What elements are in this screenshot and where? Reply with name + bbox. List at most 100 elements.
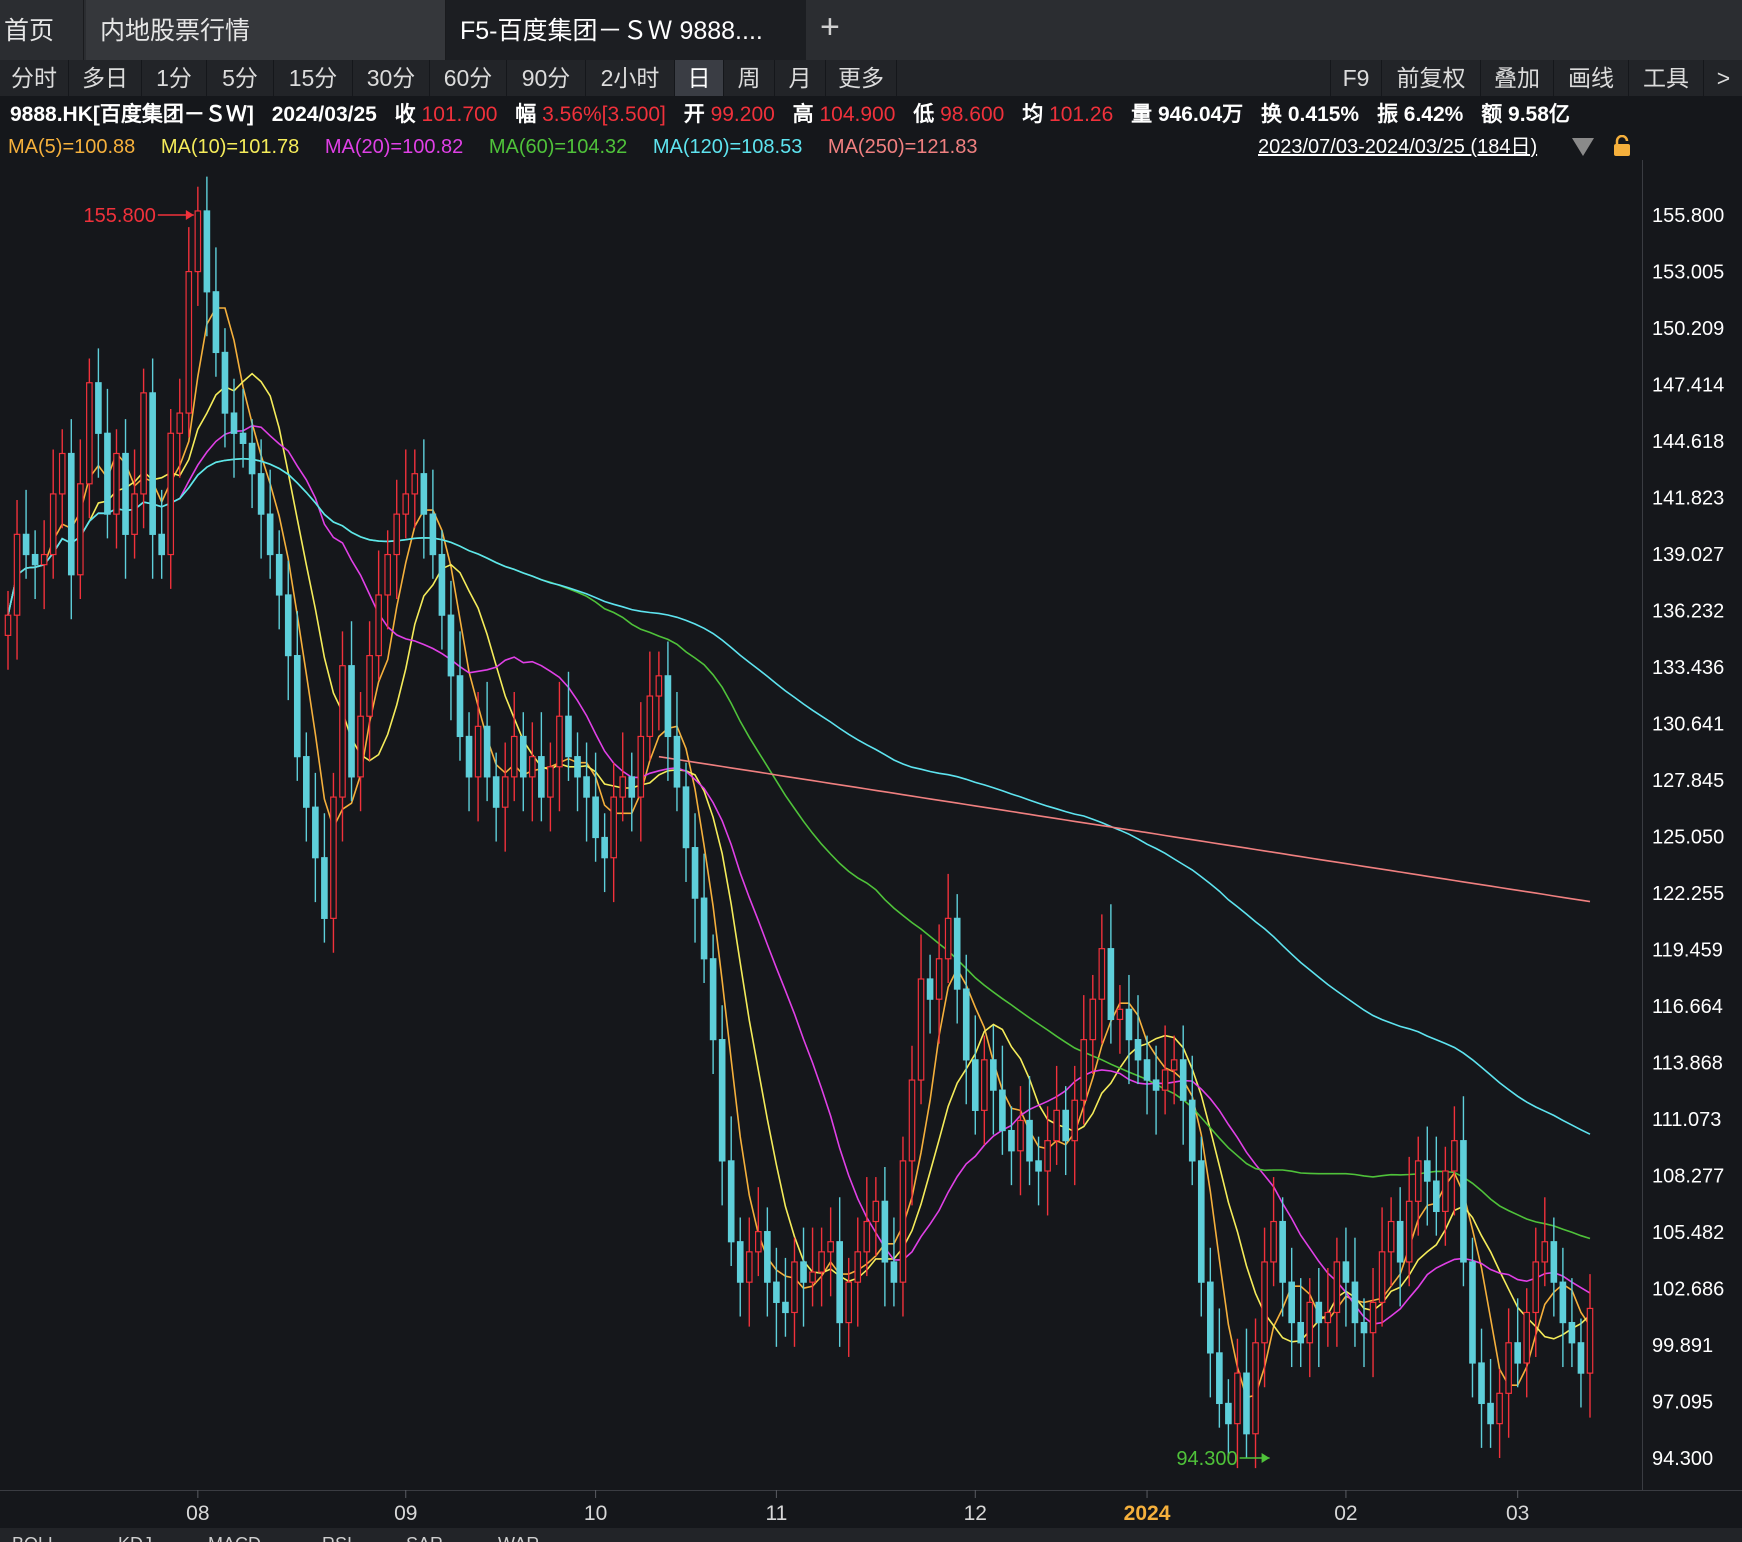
candle-body xyxy=(1089,998,1097,1041)
candle-body xyxy=(230,412,238,434)
candle-body xyxy=(1261,1261,1268,1344)
y-tick-label: 150.209 xyxy=(1652,318,1724,340)
candle-body xyxy=(1333,1261,1341,1314)
x-tick-label: 2024 xyxy=(1124,1502,1171,1525)
candle-body xyxy=(420,473,428,515)
x-tick-label: 10 xyxy=(584,1502,607,1525)
candle-body xyxy=(1008,1129,1015,1152)
y-tick-label: 153.005 xyxy=(1652,261,1724,283)
candle-body xyxy=(628,776,636,798)
candle-body xyxy=(745,1251,753,1283)
candle-body xyxy=(465,735,473,778)
candle-body xyxy=(1577,1342,1585,1374)
candle-body xyxy=(791,1261,798,1314)
candle-body xyxy=(682,786,690,849)
candle-body xyxy=(529,756,536,778)
x-tick-label: 02 xyxy=(1334,1502,1357,1525)
candle-body xyxy=(501,776,509,808)
candle-body xyxy=(185,270,193,414)
candle-body xyxy=(1234,1372,1241,1425)
candle-body xyxy=(953,917,961,990)
candle-body xyxy=(31,553,39,566)
y-tick-label: 125.050 xyxy=(1652,827,1724,849)
candle-body xyxy=(483,725,491,778)
candle-body xyxy=(863,1220,871,1253)
y-tick-label: 122.255 xyxy=(1652,883,1724,905)
candle-body xyxy=(447,614,455,677)
candle-body xyxy=(845,1281,853,1324)
candle-body xyxy=(77,483,84,576)
indicator-macd[interactable]: MACD xyxy=(208,1534,261,1542)
candle-body xyxy=(149,392,156,535)
candle-body xyxy=(1053,1109,1060,1142)
indicator-war[interactable]: WAR xyxy=(498,1534,539,1542)
y-tick-label: 113.868 xyxy=(1652,1053,1723,1075)
candle-body xyxy=(140,392,147,495)
y-tick-label: 94.300 xyxy=(1652,1448,1713,1470)
y-tick-label: 130.641 xyxy=(1652,713,1724,735)
candle-body xyxy=(1243,1372,1250,1435)
candle-body xyxy=(755,1231,762,1253)
candle-body xyxy=(773,1281,780,1303)
indicator-rsi[interactable]: RSI xyxy=(322,1534,352,1542)
x-tick-label: 03 xyxy=(1506,1502,1529,1525)
y-tick-label: 102.686 xyxy=(1652,1279,1724,1301)
candle-body xyxy=(764,1231,771,1283)
candle-body xyxy=(519,735,527,778)
y-tick-label: 105.482 xyxy=(1652,1222,1724,1244)
x-tick-label: 11 xyxy=(765,1502,787,1525)
candle-body xyxy=(95,382,102,434)
candle-body xyxy=(836,1241,843,1324)
candle-body xyxy=(1197,1160,1205,1283)
x-tick-label: 12 xyxy=(964,1502,987,1525)
indicator-sar[interactable]: SAR xyxy=(406,1534,443,1542)
candle-body xyxy=(176,412,184,434)
candle-body xyxy=(22,533,30,556)
candle-body xyxy=(1161,1069,1169,1091)
indicator-tabs: BOLL KDJ MACD RSI SAR WAR xyxy=(0,1528,1742,1542)
y-tick-label: 133.436 xyxy=(1652,657,1724,679)
candle-body xyxy=(999,1089,1006,1132)
candle-body xyxy=(917,978,925,1081)
y-tick-label: 108.277 xyxy=(1652,1166,1724,1188)
candle-body xyxy=(1405,1200,1413,1263)
candle-body xyxy=(646,695,654,738)
y-tick-label: 116.664 xyxy=(1652,996,1723,1018)
candle-body xyxy=(1216,1352,1223,1405)
candle-body xyxy=(1396,1220,1404,1263)
candle-body xyxy=(1315,1301,1323,1324)
candle-body xyxy=(1044,1140,1051,1172)
y-tick-label: 97.095 xyxy=(1652,1392,1713,1414)
candle-body xyxy=(1107,948,1115,1021)
indicator-boll[interactable]: BOLL xyxy=(12,1534,58,1542)
candle-body xyxy=(203,210,211,293)
indicator-kdj[interactable]: KDJ xyxy=(118,1534,152,1542)
candle-body xyxy=(1478,1362,1485,1405)
candle-body xyxy=(366,655,373,717)
kline-chart[interactable]: 155.800 153.005 150.209 147.414 144.618 141.8… xyxy=(0,0,1742,1528)
candle-body xyxy=(167,432,175,556)
candle-body xyxy=(538,756,545,798)
candle-body xyxy=(429,513,437,556)
candle-body xyxy=(1125,1008,1133,1041)
candle-body xyxy=(1225,1402,1232,1425)
candle-body xyxy=(474,725,482,778)
candle-body xyxy=(257,473,265,515)
candle-body xyxy=(944,917,952,960)
candle-body xyxy=(393,513,401,556)
candle-body xyxy=(592,796,599,839)
candle-body xyxy=(1550,1241,1558,1283)
candle-body xyxy=(312,806,319,859)
candle-body xyxy=(1342,1261,1350,1283)
candle-body xyxy=(1369,1301,1377,1334)
candle-body xyxy=(122,452,129,535)
candle-body xyxy=(402,493,410,515)
candle-body xyxy=(13,533,21,616)
candle-body xyxy=(601,836,608,859)
y-tick-label: 141.823 xyxy=(1652,487,1724,509)
candle-body xyxy=(1496,1392,1503,1425)
candle-body xyxy=(58,452,66,495)
candle-body xyxy=(375,594,382,657)
candle-body xyxy=(248,442,256,475)
candle-body xyxy=(718,1039,726,1162)
